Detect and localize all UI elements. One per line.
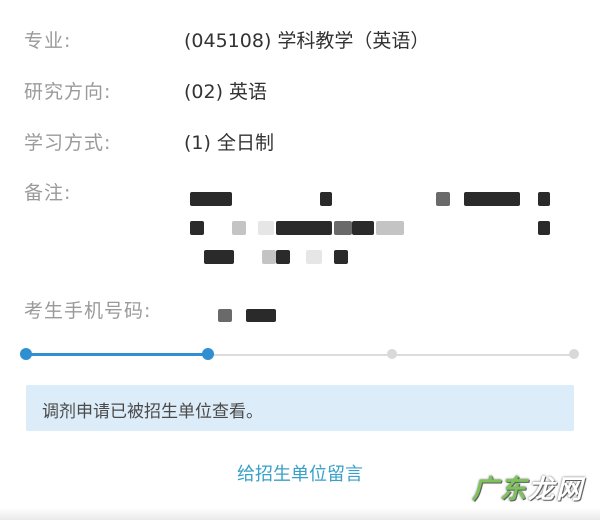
progress-step-dot: [569, 349, 579, 359]
redaction-mark: [190, 192, 232, 206]
status-notice-text: 调剂申请已被招生单位查看。: [42, 402, 263, 422]
redaction-mark: [262, 250, 276, 264]
redaction-mark: [276, 250, 290, 264]
progress-step-dot: [387, 349, 397, 359]
field-label-phone: 考生手机号码:: [24, 300, 152, 322]
redaction-mark: [246, 309, 276, 322]
redaction-mark: [232, 221, 246, 235]
watermark-text-green: 广东: [471, 475, 528, 505]
redaction-mark: [320, 192, 332, 206]
progress-step-dot: [202, 348, 214, 360]
field-label-major: 专业:: [24, 30, 72, 52]
redaction-mark: [334, 221, 352, 235]
redaction-mark: [436, 192, 450, 206]
redaction-mark: [538, 192, 550, 206]
status-notice: 调剂申请已被招生单位查看。: [26, 385, 574, 431]
redaction-mark: [258, 221, 274, 235]
field-value-research-direction: (02) 英语: [184, 81, 268, 103]
redaction-mark: [276, 221, 332, 235]
watermark-text-white: 龙网: [527, 475, 584, 505]
field-label-remarks: 备注:: [24, 182, 72, 204]
redaction-mark: [538, 221, 550, 235]
redaction-mark: [352, 221, 374, 235]
bottom-edge: [0, 508, 600, 520]
watermark-logo: 广东龙网: [472, 469, 584, 506]
field-value-study-mode: (1) 全日制: [184, 132, 274, 154]
redaction-mark: [190, 221, 204, 235]
field-label-research-direction: 研究方向:: [24, 81, 112, 103]
redaction-mark: [334, 250, 348, 264]
progress-step-dot: [20, 348, 32, 360]
field-value-major: (045108) 学科教学（英语）: [184, 30, 430, 52]
redaction-mark: [218, 309, 232, 322]
progress-track-completed: [26, 353, 208, 356]
redaction-mark: [464, 192, 520, 206]
field-label-study-mode: 学习方式:: [24, 132, 112, 154]
redaction-mark: [376, 221, 404, 235]
redaction-mark: [306, 250, 322, 264]
redaction-mark: [204, 250, 234, 264]
